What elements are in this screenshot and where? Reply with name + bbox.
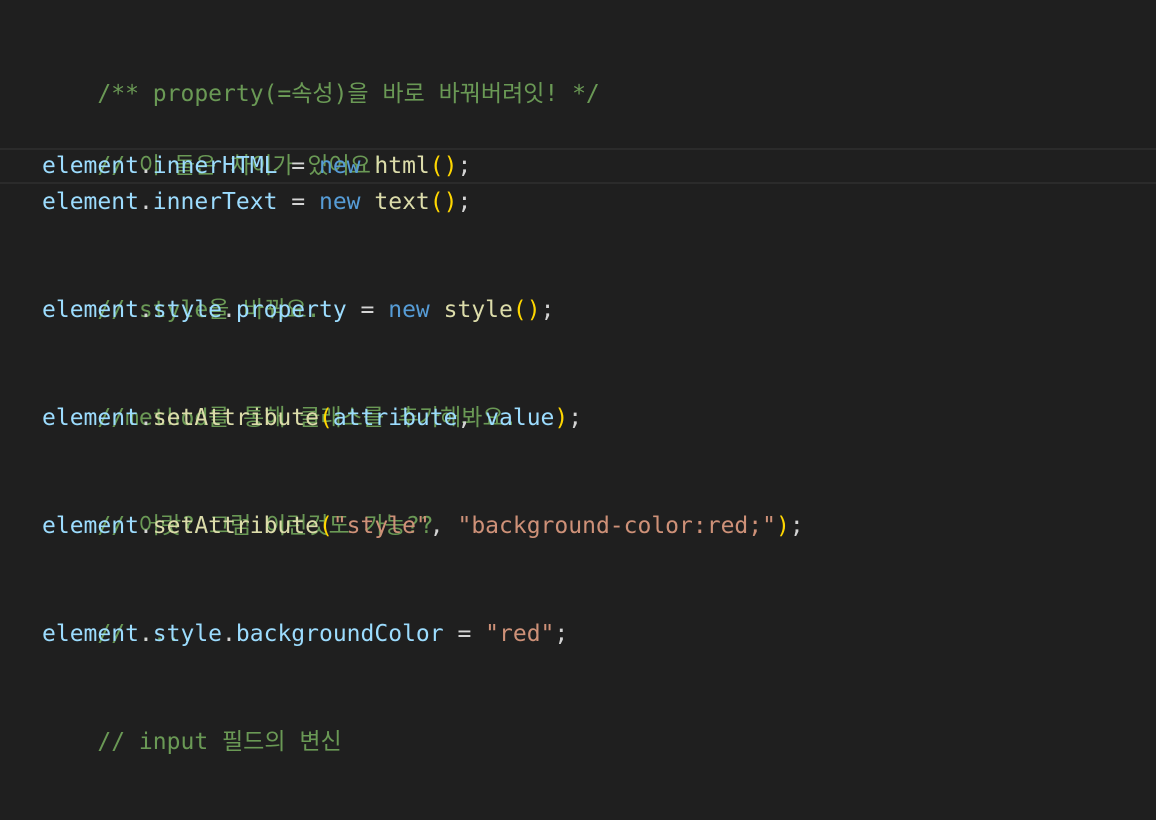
open-paren-token: (	[429, 153, 444, 179]
assign-token: =	[277, 153, 319, 179]
close-paren-token: )	[443, 189, 458, 215]
keyword-token: new	[318, 189, 361, 215]
function-token: text	[374, 189, 430, 215]
code-line-10[interactable]: //method를 통해 클래스를 추가해봐요.	[0, 364, 1156, 431]
assign-token: =	[443, 621, 486, 647]
object-token: element	[42, 297, 139, 323]
code-line-16[interactable]: // ....	[0, 580, 1156, 647]
code-line-19[interactable]: // input 필드의 변신	[0, 688, 1156, 755]
property-token: style	[152, 297, 223, 323]
code-line-1[interactable]: /** property(=속성)을 바로 바꿔버려잇! */	[0, 40, 1156, 107]
string-token: "style"	[332, 513, 430, 539]
object-token: element	[42, 153, 139, 179]
object-token: element	[42, 513, 139, 539]
object-token: element	[42, 405, 139, 431]
code-line-14[interactable]: element.setAttribute("style", "backgroun…	[0, 508, 1156, 544]
code-line-5[interactable]: element.innerText = new text();	[0, 184, 1156, 220]
comment-text: // input 필드의 변신	[97, 729, 342, 755]
semicolon-token: ;	[568, 405, 583, 431]
function-token: setAttribute	[152, 513, 319, 539]
argument-token: value	[485, 405, 555, 431]
dot-token: .	[138, 153, 153, 179]
code-line-4[interactable]: element.innerHTML = new html();	[0, 148, 1156, 184]
dot-token: .	[222, 297, 236, 323]
dot-token: .	[138, 513, 153, 539]
function-token: html	[374, 153, 430, 179]
code-line-13[interactable]: // 어랏? 그럼 이런것도 가능??	[0, 472, 1156, 539]
close-paren-token: )	[443, 153, 458, 179]
object-token: element	[42, 189, 139, 215]
close-paren-token: )	[526, 297, 541, 323]
keyword-token: new	[388, 297, 430, 323]
dot-token: .	[138, 189, 153, 215]
comma-token: ,	[429, 513, 458, 539]
semicolon-token: ;	[554, 621, 569, 647]
semicolon-token: ;	[540, 297, 555, 323]
keyword-token: new	[318, 153, 361, 179]
dot-token: .	[138, 297, 153, 323]
code-line-11[interactable]: element.setAttribute(attribute, value);	[0, 400, 1156, 436]
comma-token: ,	[457, 405, 486, 431]
code-line-17[interactable]: element.style.backgroundColor = "red";	[0, 616, 1156, 652]
open-paren-token: (	[318, 405, 333, 431]
code-line-12[interactable]	[0, 436, 1156, 472]
function-token: style	[443, 297, 513, 323]
assign-token: =	[277, 189, 319, 215]
code-editor[interactable]: /** property(=속성)을 바로 바꿔버려잇! */ // 이 둘은 …	[0, 0, 1156, 820]
semicolon-token: ;	[789, 513, 804, 539]
assign-token: =	[346, 297, 389, 323]
string-token: "red"	[485, 621, 555, 647]
property-token: property	[235, 297, 347, 323]
close-paren-token: )	[554, 405, 569, 431]
property-token: innerText	[152, 189, 278, 215]
dot-token: .	[138, 405, 153, 431]
code-line-18[interactable]	[0, 652, 1156, 688]
code-line-2[interactable]	[0, 76, 1156, 112]
code-line-7[interactable]: // style을 바꿔요.	[0, 256, 1156, 323]
function-token: setAttribute	[152, 405, 319, 431]
close-paren-token: )	[775, 513, 790, 539]
code-line-3[interactable]: // 이 둘은 차이가 있어요!	[0, 112, 1156, 179]
code-line-15[interactable]	[0, 544, 1156, 580]
object-token: element	[42, 621, 139, 647]
semicolon-token: ;	[457, 189, 472, 215]
open-paren-token: (	[318, 513, 333, 539]
code-line-6[interactable]	[0, 220, 1156, 256]
code-line-8[interactable]: element.style.property = new style();	[0, 292, 1156, 328]
semicolon-token: ;	[457, 153, 472, 179]
code-line-9[interactable]	[0, 328, 1156, 364]
property-token: innerHTML	[152, 153, 278, 179]
dot-token: .	[138, 621, 153, 647]
property-token: backgroundColor	[235, 621, 444, 647]
dot-token: .	[222, 621, 236, 647]
open-paren-token: (	[429, 189, 444, 215]
property-token: style	[152, 621, 223, 647]
string-token: "background-color:red;"	[457, 513, 776, 539]
argument-token: attribute	[332, 405, 458, 431]
open-paren-token: (	[512, 297, 527, 323]
